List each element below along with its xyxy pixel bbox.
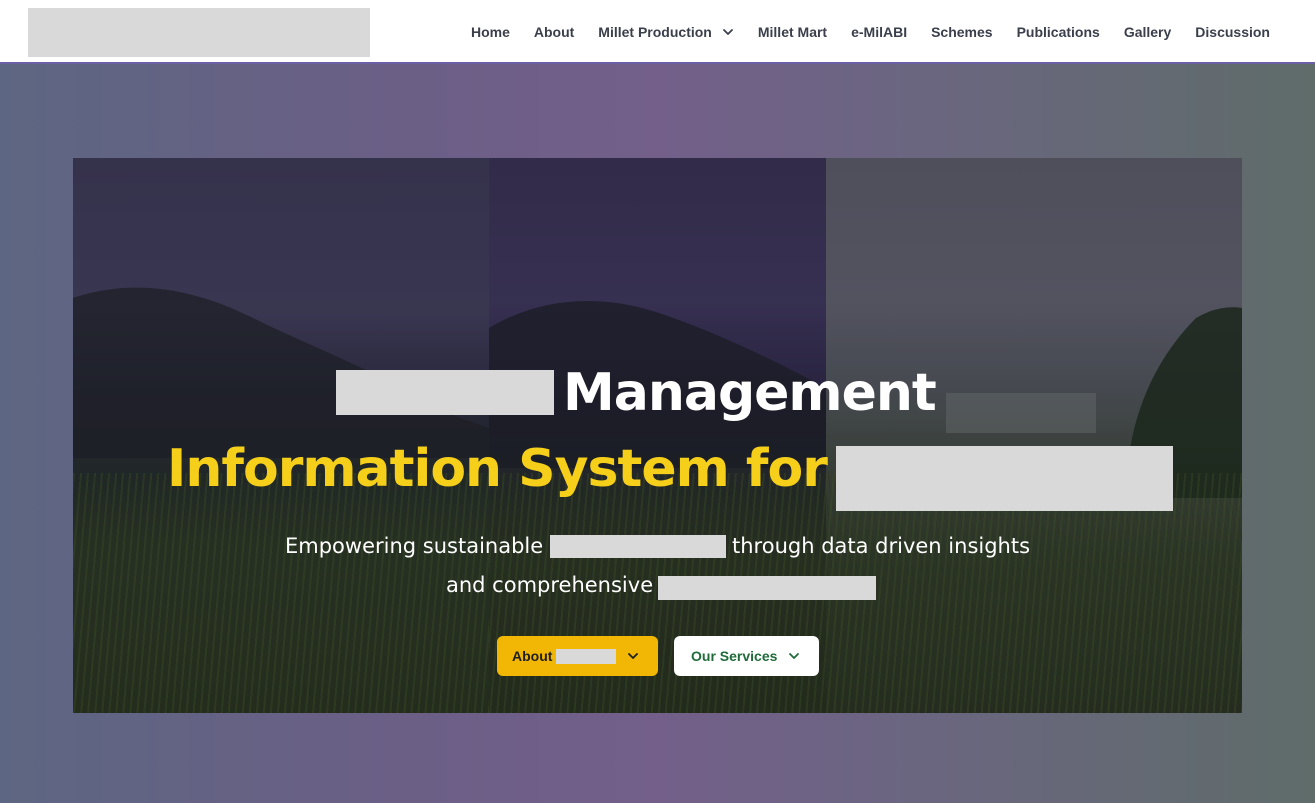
redacted-text	[336, 370, 554, 415]
nav-item-e-milabi[interactable]: e-MilABI	[851, 24, 907, 40]
hero-title-line2: Information System for	[73, 438, 1242, 511]
chevron-down-icon	[788, 650, 800, 662]
hero-section: Management Information System for Empowe…	[73, 158, 1242, 713]
chevron-down-icon	[722, 26, 734, 38]
main-nav: Home About Millet Production Millet Mart…	[471, 0, 1270, 64]
about-dropdown-button[interactable]: About	[497, 636, 658, 676]
nav-item-about[interactable]: About	[534, 24, 574, 40]
nav-label: Schemes	[931, 24, 993, 40]
redacted-text	[836, 446, 1173, 511]
nav-label: Millet Production	[598, 24, 712, 40]
nav-item-millet-production[interactable]: Millet Production	[598, 24, 734, 40]
nav-item-gallery[interactable]: Gallery	[1124, 24, 1171, 40]
services-button-label: Our Services	[691, 648, 778, 664]
redacted-text	[550, 535, 726, 558]
hero-title-information-system: Information System for	[167, 439, 828, 499]
nav-label: Home	[470, 24, 510, 40]
about-button-label: About	[512, 648, 553, 664]
subtitle-text: through data driven insights	[732, 534, 1031, 558]
nav-item-millet-mart[interactable]: Millet Mart	[758, 24, 827, 40]
nav-item-schemes[interactable]: Schemes	[931, 24, 992, 40]
hero-title-line1: Management	[73, 363, 1242, 423]
hero-title-management: Management	[563, 363, 937, 423]
nav-item-home[interactable]: Home	[471, 24, 510, 40]
nav-label: Millet Mart	[757, 24, 828, 40]
nav-label: e-MilABI	[851, 24, 908, 40]
top-navbar: Home About Millet Production Millet Mart…	[0, 0, 1315, 64]
nav-label: Gallery	[1123, 24, 1172, 40]
our-services-dropdown-button[interactable]: Our Services	[674, 636, 819, 676]
site-logo-redacted[interactable]	[28, 8, 370, 57]
nav-label: Discussion	[1195, 24, 1270, 40]
chevron-down-icon	[627, 650, 639, 662]
nav-item-discussion[interactable]: Discussion	[1195, 24, 1270, 40]
nav-label: About	[533, 24, 575, 40]
redacted-text	[556, 649, 616, 664]
subtitle-text: and comprehensive	[446, 573, 654, 597]
nav-item-publications[interactable]: Publications	[1017, 24, 1100, 40]
subtitle-text: Empowering sustainable	[285, 534, 544, 558]
redacted-text	[658, 576, 876, 600]
nav-label: Publications	[1016, 24, 1100, 40]
